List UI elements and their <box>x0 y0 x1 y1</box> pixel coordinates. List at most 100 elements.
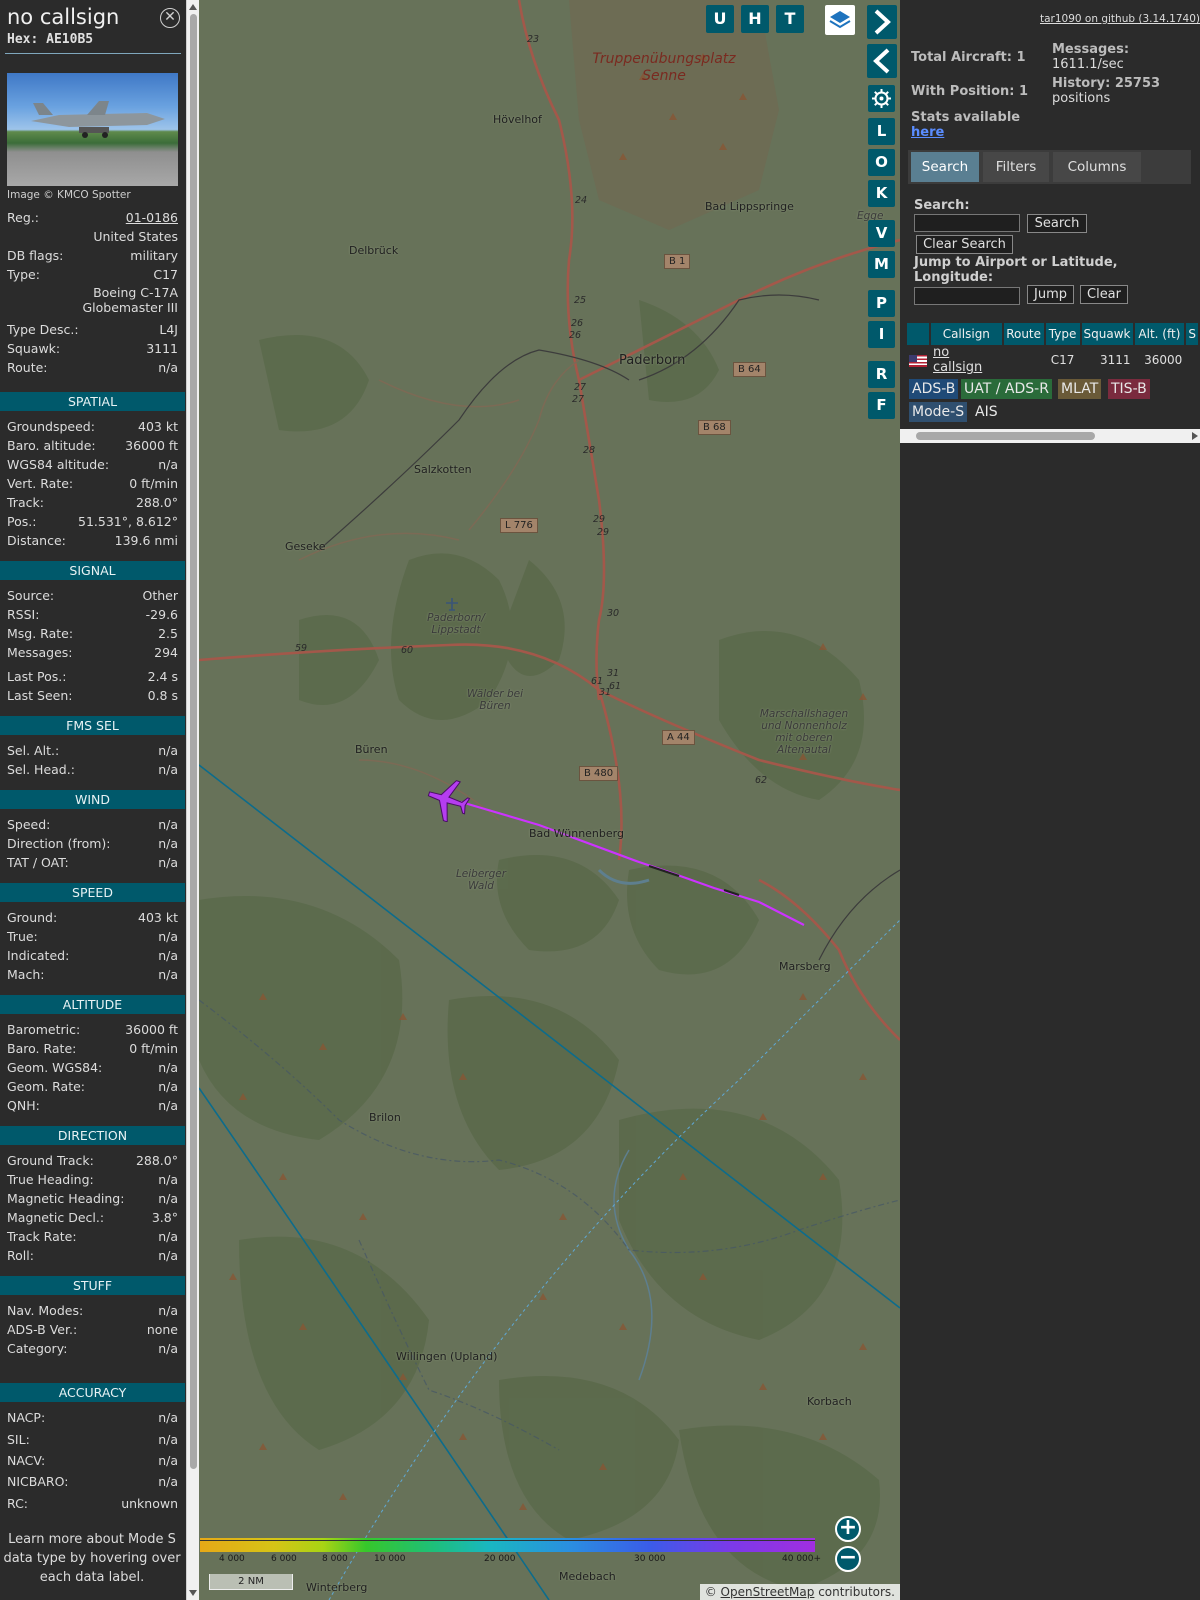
openstreetmap-link[interactable]: OpenStreetMap <box>721 1585 815 1599</box>
aircraft-photo[interactable] <box>7 73 178 186</box>
info-label[interactable]: Msg. Rate: <box>7 626 73 641</box>
scroll-down-icon[interactable] <box>189 1590 197 1596</box>
layers-button[interactable] <box>825 5 855 35</box>
info-panel-scrollbar[interactable] <box>186 0 199 1600</box>
tab-search[interactable]: Search <box>911 152 979 182</box>
info-label[interactable]: Route: <box>7 360 48 375</box>
info-label[interactable]: Ground: <box>7 910 57 925</box>
info-label[interactable]: Direction (from): <box>7 836 111 851</box>
info-label[interactable]: Messages: <box>7 645 73 660</box>
table-row[interactable]: no callsign C17 3111 36000 <box>907 345 1200 375</box>
map-button-m[interactable]: M <box>868 251 895 278</box>
jump-input[interactable] <box>914 287 1020 305</box>
info-label[interactable]: SIL: <box>7 1432 30 1447</box>
info-label[interactable]: Geom. WGS84: <box>7 1060 102 1075</box>
info-label[interactable]: True: <box>7 929 38 944</box>
horizontal-scrollbar-thumb[interactable] <box>916 432 1095 440</box>
info-label[interactable]: Groundspeed: <box>7 419 95 434</box>
map-button-p[interactable]: P <box>868 290 895 317</box>
info-label[interactable]: Squawk: <box>7 341 60 356</box>
info-label[interactable]: Sel. Alt.: <box>7 743 59 758</box>
info-label[interactable]: Track Rate: <box>7 1229 77 1244</box>
scroll-right-icon[interactable] <box>1192 432 1198 440</box>
info-label[interactable]: Baro. Rate: <box>7 1041 76 1056</box>
info-label[interactable]: Last Seen: <box>7 688 72 703</box>
map-button-o[interactable]: O <box>868 149 895 176</box>
map-button-k[interactable]: K <box>868 180 895 207</box>
info-label[interactable]: Sel. Head.: <box>7 762 75 777</box>
info-label[interactable]: Indicated: <box>7 948 69 963</box>
info-label[interactable]: Vert. Rate: <box>7 476 73 491</box>
scrollbar-thumb[interactable] <box>190 14 197 1469</box>
legend-mode-s[interactable]: Mode-S <box>909 402 968 422</box>
github-link[interactable]: tar1090 on github (3.14.1740) <box>1040 13 1200 25</box>
map-button-v[interactable]: V <box>868 220 895 247</box>
map-button-u[interactable]: U <box>706 5 734 33</box>
info-label[interactable]: NICBARO: <box>7 1474 68 1489</box>
col-type[interactable]: Type <box>1044 323 1082 345</box>
info-label[interactable]: Type: <box>7 267 40 282</box>
legend-tis-b[interactable]: TIS-B <box>1108 379 1150 399</box>
expand-sidebar-button[interactable] <box>867 5 897 39</box>
map-button-h[interactable]: H <box>741 5 769 33</box>
map-button-i[interactable]: I <box>868 321 895 348</box>
legend-ads-b[interactable]: ADS-B <box>909 379 959 399</box>
collapse-sidebar-button[interactable] <box>867 44 897 78</box>
info-label[interactable]: TAT / OAT: <box>7 855 69 870</box>
col-flag[interactable] <box>907 323 931 345</box>
scroll-up-icon[interactable] <box>189 4 197 10</box>
info-label[interactable]: Baro. altitude: <box>7 438 96 453</box>
info-label[interactable]: WGS84 altitude: <box>7 457 109 472</box>
info-label[interactable]: Pos.: <box>7 514 36 529</box>
search-input[interactable] <box>914 214 1020 232</box>
zoom-out-button[interactable]: − <box>835 1546 861 1572</box>
map-button-f[interactable]: F <box>868 392 895 419</box>
info-label[interactable]: Distance: <box>7 533 66 548</box>
info-label[interactable]: Barometric: <box>7 1022 80 1037</box>
map-button-r[interactable]: R <box>868 361 895 388</box>
clear-button[interactable]: Clear <box>1080 285 1128 304</box>
info-label[interactable]: Ground Track: <box>7 1153 94 1168</box>
search-button[interactable]: Search <box>1027 214 1087 233</box>
info-label[interactable]: NACV: <box>7 1453 45 1468</box>
map-button-t[interactable]: T <box>776 5 804 33</box>
col-squawk[interactable]: Squawk <box>1080 323 1135 345</box>
info-label[interactable]: ADS-B Ver.: <box>7 1322 77 1337</box>
info-label[interactable]: Reg.: <box>7 210 39 225</box>
col-route[interactable]: Route <box>1002 323 1046 345</box>
info-label[interactable]: Mach: <box>7 967 44 982</box>
info-label[interactable]: Type Desc.: <box>7 322 79 337</box>
info-label[interactable]: NACP: <box>7 1410 45 1425</box>
info-label[interactable]: Geom. Rate: <box>7 1079 85 1094</box>
info-label[interactable]: RSSI: <box>7 607 39 622</box>
info-label[interactable]: True Heading: <box>7 1172 94 1187</box>
map-button-l[interactable]: L <box>868 118 895 145</box>
info-label[interactable]: Last Pos.: <box>7 669 66 684</box>
stats-link[interactable]: here <box>911 125 944 140</box>
info-label[interactable]: QNH: <box>7 1098 40 1113</box>
tab-columns[interactable]: Columns <box>1053 152 1141 182</box>
clear-search-button[interactable]: Clear Search <box>916 235 1013 254</box>
table-horizontal-scrollbar[interactable] <box>900 429 1200 443</box>
col-callsign[interactable]: Callsign <box>930 323 1004 345</box>
info-label[interactable]: Magnetic Decl.: <box>7 1210 104 1225</box>
close-icon[interactable]: ✕ <box>160 8 180 28</box>
info-label[interactable]: Roll: <box>7 1248 34 1263</box>
info-label[interactable]: Source: <box>7 588 54 603</box>
legend-mlat[interactable]: MLAT <box>1058 379 1102 399</box>
info-label[interactable]: DB flags: <box>7 248 63 263</box>
aircraft-icon[interactable] <box>425 778 471 822</box>
tab-filters[interactable]: Filters <box>983 152 1049 182</box>
col-altitude[interactable]: Alt. (ft) <box>1133 323 1187 345</box>
info-label[interactable]: Speed: <box>7 817 50 832</box>
info-label[interactable]: Category: <box>7 1341 67 1356</box>
jump-button[interactable]: Jump <box>1027 285 1074 304</box>
info-value[interactable]: 01-0186 <box>126 210 178 225</box>
legend-ais[interactable]: AIS <box>972 402 1001 422</box>
info-label[interactable]: RC: <box>7 1496 28 1511</box>
info-label[interactable]: Nav. Modes: <box>7 1303 83 1318</box>
callsign-cell[interactable]: no callsign <box>930 345 1004 375</box>
settings-button[interactable] <box>868 85 895 112</box>
col-speed[interactable]: S <box>1185 323 1200 345</box>
zoom-in-button[interactable]: + <box>835 1516 861 1542</box>
